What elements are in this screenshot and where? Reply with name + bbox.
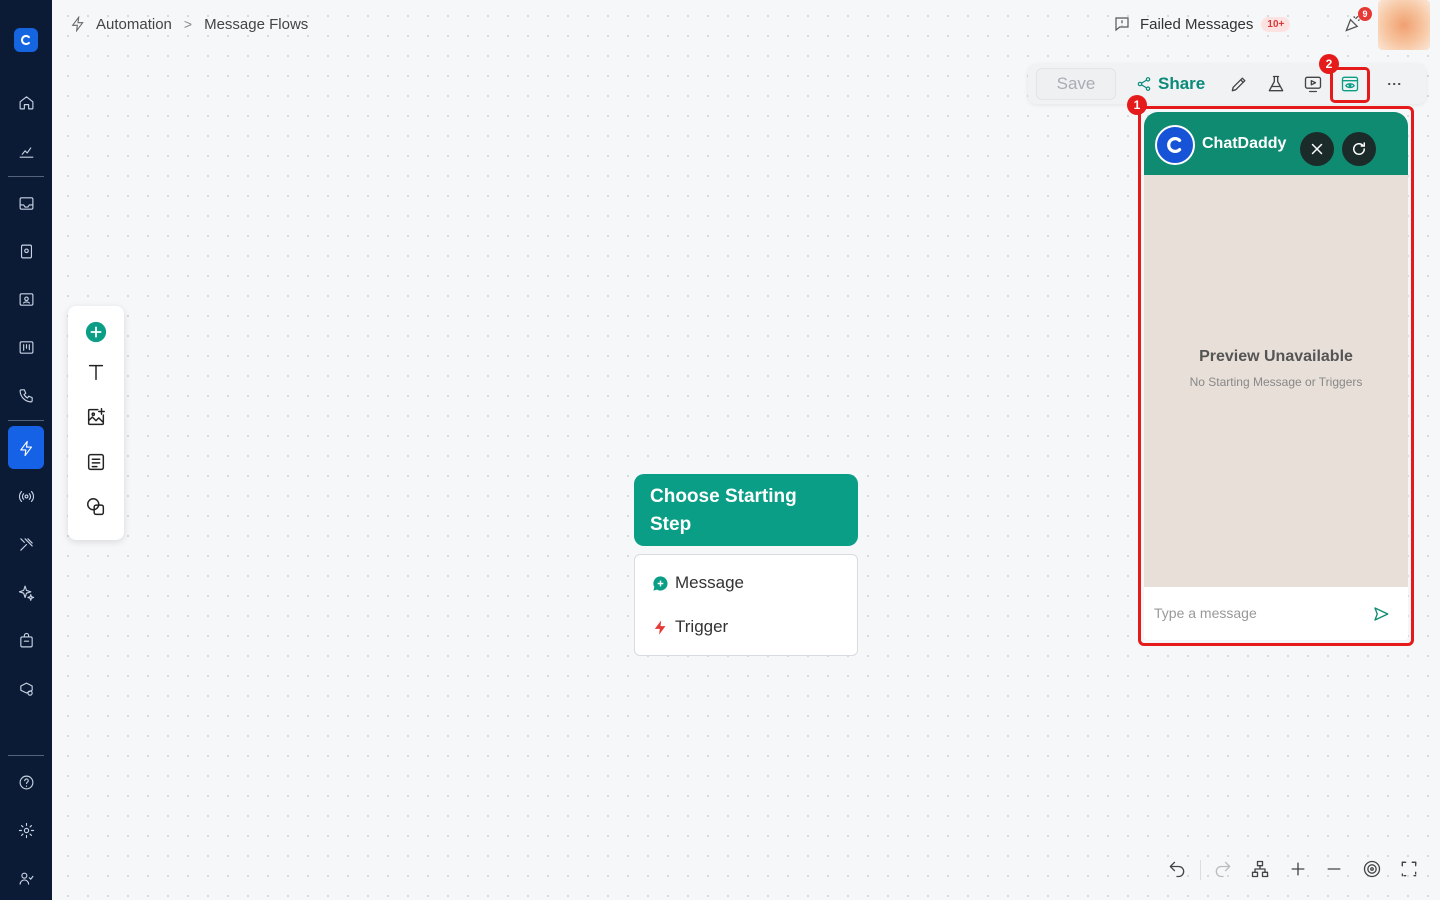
annotation-marker-2: 2 [1319, 54, 1339, 74]
add-node-icon[interactable] [84, 320, 108, 344]
chat-preview-panel: ChatDaddy Preview Unavailable No Startin… [1144, 112, 1408, 640]
play-preview-icon[interactable] [1302, 73, 1324, 95]
failed-messages-badge: 10+ [1261, 16, 1291, 32]
message-add-icon [653, 575, 668, 591]
start-node-options: Message Trigger [634, 554, 858, 656]
edit-icon[interactable] [1228, 73, 1250, 95]
brand-logo-icon [1155, 125, 1195, 165]
undo-icon[interactable] [1160, 852, 1194, 886]
restart-preview-button[interactable] [1342, 132, 1376, 166]
send-icon[interactable] [1372, 605, 1390, 623]
failed-messages-link[interactable]: Failed Messages 10+ [1113, 14, 1291, 34]
notifications-button[interactable]: 9 [1343, 7, 1372, 35]
shapes-icon[interactable] [84, 495, 108, 519]
avatar[interactable] [1378, 0, 1430, 50]
alert-message-icon [1115, 17, 1129, 32]
message-input[interactable]: Type a message [1154, 605, 1257, 621]
start-node-title[interactable]: Choose Starting Step [634, 474, 858, 546]
phone-icon[interactable] [16, 385, 36, 405]
highlight-preview-button [1330, 67, 1370, 103]
breadcrumb-message-flows: Message Flows [204, 15, 309, 33]
help-icon[interactable] [16, 772, 36, 792]
option-trigger[interactable]: Trigger [652, 617, 728, 637]
node-palette [68, 306, 124, 540]
controls-divider [1200, 860, 1201, 880]
app-logo[interactable] [14, 28, 38, 52]
failed-messages-label: Failed Messages [1140, 15, 1254, 33]
chat-preview-body: Preview Unavailable No Starting Message … [1144, 175, 1408, 587]
close-icon [1311, 143, 1323, 155]
more-options-icon[interactable] [1383, 73, 1405, 95]
trigger-bolt-icon [654, 619, 666, 635]
test-flask-icon[interactable] [1265, 73, 1287, 95]
refresh-icon [1353, 142, 1365, 155]
tools-icon[interactable] [16, 534, 36, 554]
sidebar-divider [8, 176, 44, 177]
sidebar-divider [8, 420, 44, 421]
preview-unavailable-subtitle: No Starting Message or Triggers [1189, 375, 1363, 389]
breadcrumb-automation[interactable]: Automation [96, 16, 172, 33]
zoom-out-icon[interactable] [1317, 852, 1351, 886]
store-icon[interactable] [16, 630, 36, 650]
broadcast-icon[interactable] [16, 486, 36, 506]
save-button[interactable]: Save [1036, 68, 1116, 100]
integrations-icon[interactable] [16, 679, 36, 699]
sidebar [0, 0, 52, 900]
automation-icon [71, 16, 84, 32]
fit-view-icon[interactable] [1355, 852, 1389, 886]
redo-icon[interactable] [1206, 852, 1240, 886]
notification-count: 9 [1358, 7, 1372, 21]
option-message[interactable]: Message [652, 573, 744, 593]
share-button[interactable]: Share [1136, 70, 1205, 98]
breadcrumb-separator: > [183, 16, 193, 32]
chat-preview-header: ChatDaddy [1144, 112, 1408, 175]
option-trigger-label: Trigger [675, 617, 729, 636]
note-icon[interactable] [84, 450, 108, 474]
ai-sparkle-icon[interactable] [16, 582, 36, 602]
fullscreen-icon[interactable] [1392, 852, 1426, 886]
board-icon[interactable] [16, 337, 36, 357]
chat-brand-name: ChatDaddy [1202, 135, 1287, 152]
image-icon[interactable] [84, 405, 108, 429]
zoom-in-icon[interactable] [1281, 852, 1315, 886]
analytics-icon[interactable] [16, 141, 36, 161]
settings-icon[interactable] [16, 820, 36, 840]
chat-input-bar: Type a message [1144, 587, 1408, 640]
inbox-icon[interactable] [16, 193, 36, 213]
share-icon [1137, 77, 1151, 91]
home-icon[interactable] [16, 92, 36, 112]
sidebar-divider [8, 755, 44, 756]
team-icon[interactable] [16, 868, 36, 888]
option-message-label: Message [675, 573, 744, 592]
share-label: Share [1158, 74, 1206, 93]
id-card-icon[interactable] [16, 289, 36, 309]
contacts-icon[interactable] [16, 241, 36, 261]
breadcrumb: Automation > Message Flows [70, 14, 308, 34]
auto-layout-icon[interactable] [1243, 852, 1277, 886]
text-icon[interactable] [84, 360, 108, 384]
close-preview-button[interactable] [1300, 132, 1334, 166]
automation-icon[interactable] [16, 438, 36, 458]
preview-unavailable-title: Preview Unavailable [1199, 348, 1353, 365]
